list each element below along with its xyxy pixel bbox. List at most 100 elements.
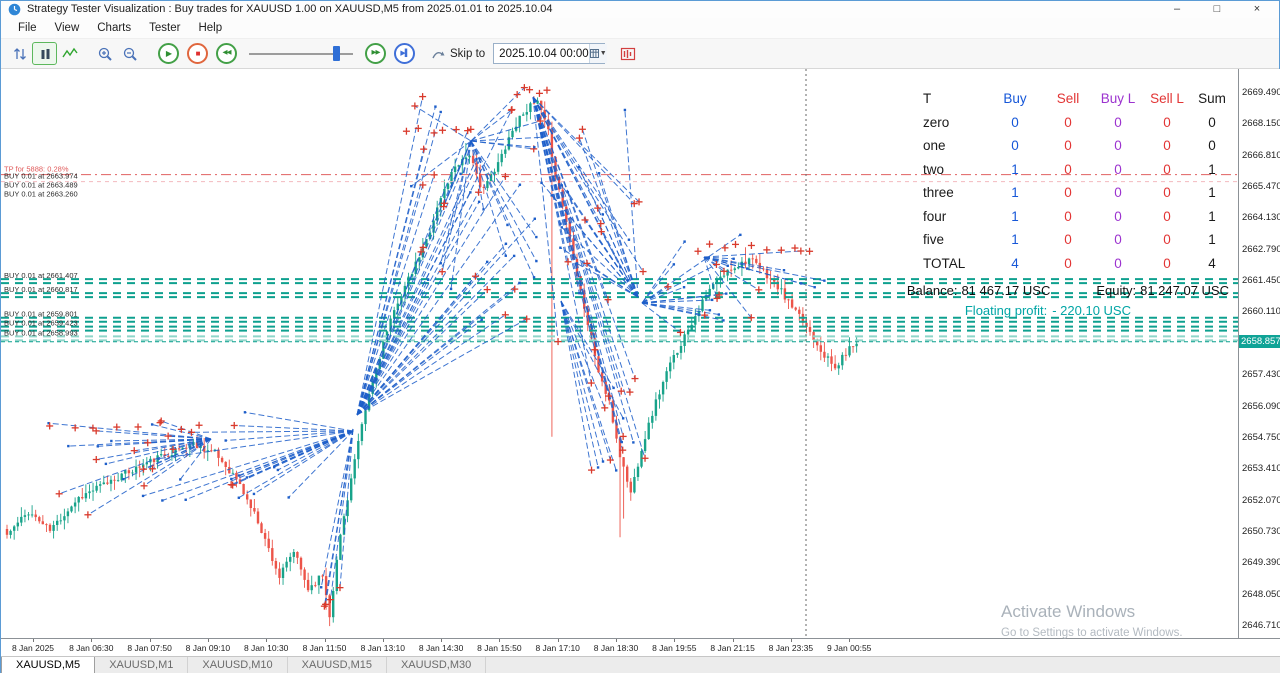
price-label: 2664.130 (1242, 212, 1280, 223)
fast-forward-icon: ▶▶ (372, 50, 380, 57)
window-controls: – □ × (1157, 1, 1277, 18)
zoom-in-button[interactable] (92, 42, 117, 65)
titlebar: Strategy Tester Visualization : Buy trad… (1, 1, 1279, 18)
time-tick (441, 639, 442, 642)
time-label: 8 Jan 19:55 (645, 643, 703, 653)
menu-view[interactable]: View (46, 20, 89, 36)
table-cell: 0 (1043, 158, 1093, 182)
current-price-tag: 2658.857 (1239, 335, 1280, 348)
floating-profit-text: Floating profit:- 220.10 USC (965, 303, 1136, 318)
skip-end-button[interactable]: ▶▌ (394, 43, 415, 64)
account-status-row: Balance:81 467.17 USC Equity:81 247.07 U… (907, 283, 1233, 298)
balance-text: Balance:81 467.17 USC (907, 283, 1055, 298)
tab-xauusd-m5[interactable]: XAUUSD,M5 (1, 657, 95, 673)
table-cell: 0 (1093, 228, 1143, 252)
table-cell: 0 (1043, 228, 1093, 252)
menu-file[interactable]: File (9, 20, 46, 36)
activate-windows-watermark: Activate Windows Go to Settings to activ… (1001, 602, 1183, 639)
table-cell: TOTAL (909, 252, 987, 276)
time-tick (791, 639, 792, 642)
maximize-button[interactable]: □ (1197, 1, 1237, 18)
table-cell: 0 (1143, 252, 1191, 276)
zoom-out-button[interactable] (117, 42, 142, 65)
date-dropdown-button[interactable]: ▼ (589, 44, 607, 63)
menu-bar: FileViewChartsTesterHelp (1, 18, 1279, 39)
window-title: Strategy Tester Visualization : Buy trad… (27, 3, 552, 15)
time-tick (91, 639, 92, 642)
watermark-line2: Go to Settings to activate Windows. (1001, 627, 1183, 639)
table-cell: 0 (1043, 111, 1093, 135)
minimize-button[interactable]: – (1157, 1, 1197, 18)
table-cell: 0 (1043, 134, 1093, 158)
toolbar: ▶ ■ ◀◀ ▶▶ ▶▌ Skip to 2025.10.04 00:00 (1, 39, 1279, 69)
speed-slider[interactable] (249, 43, 353, 64)
svg-text:BUY 0.01 at 2658.993: BUY 0.01 at 2658.993 (4, 328, 78, 337)
table-cell: 4 (987, 252, 1043, 276)
price-label: 2668.150 (1242, 118, 1280, 129)
table-cell: 0 (1093, 252, 1143, 276)
table-cell: 1 (1191, 205, 1233, 229)
price-label: 2646.710 (1242, 620, 1280, 631)
table-cell: 0 (1093, 205, 1143, 229)
menu-help[interactable]: Help (189, 20, 231, 36)
table-cell: five (909, 228, 987, 252)
date-value: 2025.10.04 00:00 (494, 48, 589, 60)
bars-icon (37, 46, 53, 62)
time-tick (325, 639, 326, 642)
app-icon (8, 3, 21, 16)
table-cell: 0 (1143, 158, 1191, 182)
table-header-cell: T (909, 87, 987, 111)
trade-lines-layer (49, 88, 825, 607)
tab-xauusd-m10[interactable]: XAUUSD,M10 (188, 657, 287, 673)
skip-to-icon (431, 47, 446, 61)
table-cell: three (909, 181, 987, 205)
price-label: 2650.730 (1242, 526, 1280, 537)
zoom-out-icon (122, 46, 138, 62)
menu-charts[interactable]: Charts (88, 20, 140, 36)
skip-to-group: Skip to (431, 47, 485, 61)
time-label: 8 Jan 13:10 (354, 643, 412, 653)
svg-text:BUY 0.01 at 2663.489: BUY 0.01 at 2663.489 (4, 181, 78, 190)
play-button[interactable]: ▶ (158, 43, 179, 64)
red-chart-icon (620, 46, 636, 62)
menu-tester[interactable]: Tester (140, 20, 189, 36)
time-tick (499, 639, 500, 642)
dropdown-arrow-icon: ▼ (600, 50, 607, 57)
table-cell: 0 (1093, 181, 1143, 205)
time-tick (674, 639, 675, 642)
tab-xauusd-m30[interactable]: XAUUSD,M30 (387, 657, 486, 673)
time-tick (208, 639, 209, 642)
bar-chart-mode-button[interactable] (32, 42, 57, 65)
line-chart-mode-button[interactable] (57, 42, 82, 65)
table-cell: zero (909, 111, 987, 135)
svg-text:BUY 0.01 at 2659.423: BUY 0.01 at 2659.423 (4, 319, 78, 328)
slider-handle[interactable] (333, 46, 340, 61)
time-axis[interactable]: 8 Jan 20258 Jan 06:308 Jan 07:508 Jan 09… (1, 638, 1280, 656)
chart-shift-button[interactable] (7, 42, 32, 65)
svg-text:BUY 0.01 at 2663.974: BUY 0.01 at 2663.974 (4, 172, 78, 181)
fast-forward-button[interactable]: ▶▶ (365, 43, 386, 64)
table-cell: 0 (987, 111, 1043, 135)
tab-xauusd-m1[interactable]: XAUUSD,M1 (95, 657, 188, 673)
close-button[interactable]: × (1237, 1, 1277, 18)
table-cell: 0 (1143, 181, 1191, 205)
rewind-button[interactable]: ◀◀ (216, 43, 237, 64)
stop-button[interactable]: ■ (187, 43, 208, 64)
price-axis[interactable]: 2669.4902668.1502666.8102665.4702664.130… (1238, 69, 1280, 638)
price-label: 2661.450 (1242, 275, 1280, 286)
price-label: 2669.490 (1242, 87, 1280, 98)
price-label: 2660.110 (1242, 306, 1280, 317)
table-header-cell: Sell (1043, 87, 1093, 111)
price-label: 2648.050 (1242, 589, 1280, 600)
table-cell: 1 (987, 205, 1043, 229)
time-label: 8 Jan 07:50 (121, 643, 179, 653)
time-label: 8 Jan 15:50 (470, 643, 528, 653)
tab-xauusd-m15[interactable]: XAUUSD,M15 (288, 657, 387, 673)
time-tick (849, 639, 850, 642)
skip-to-date-input[interactable]: 2025.10.04 00:00 ▼ (493, 43, 605, 64)
time-label: 9 Jan 00:55 (820, 643, 878, 653)
open-chart-button[interactable] (615, 42, 640, 65)
price-label: 2666.810 (1242, 150, 1280, 161)
time-label: 8 Jan 14:30 (412, 643, 470, 653)
time-tick (733, 639, 734, 642)
